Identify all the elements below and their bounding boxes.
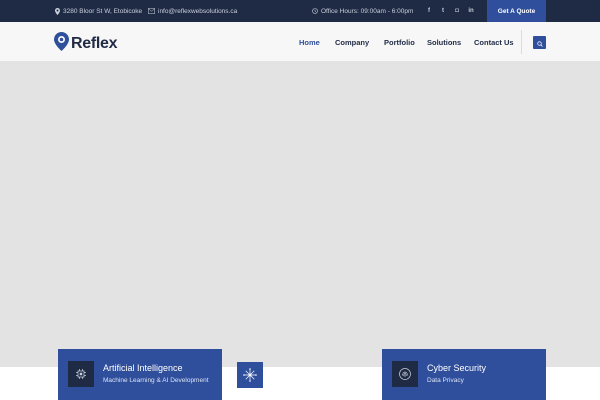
logo-pin-icon xyxy=(54,32,69,56)
nav-solutions[interactable]: Solutions xyxy=(427,22,461,62)
facebook-icon[interactable]: f xyxy=(426,8,432,14)
nav-portfolio[interactable]: Portfolio xyxy=(384,22,415,62)
social-links: f t ◘ in xyxy=(426,0,474,22)
twitter-icon[interactable]: t xyxy=(440,8,446,14)
service-card-subtitle: Data Privacy xyxy=(427,377,464,384)
hours-text: Office Hours: 09:00am - 6:00pm xyxy=(321,7,414,15)
nav-home[interactable]: Home xyxy=(299,22,320,62)
nav-company[interactable]: Company xyxy=(335,22,369,62)
hero-banner xyxy=(0,62,600,367)
top-bar: 3280 Bloor St W, Etobicoke info@reflexwe… xyxy=(0,0,600,22)
search-button[interactable] xyxy=(533,36,546,49)
envelope-icon xyxy=(148,8,155,14)
email-info[interactable]: info@reflexwebsolutions.ca xyxy=(148,0,237,22)
service-card-title: Cyber Security xyxy=(427,363,487,373)
service-card-ai[interactable]: Artificial Intelligence Machine Learning… xyxy=(58,349,222,400)
service-card-title: Artificial Intelligence xyxy=(103,363,183,373)
logo-text: Reflex xyxy=(71,35,118,52)
fingerprint-icon xyxy=(392,361,418,387)
nav-divider xyxy=(521,30,522,54)
main-header: Reflex Home Company Portfolio Solutions … xyxy=(0,22,600,62)
search-icon xyxy=(536,34,543,52)
address-text: 3280 Bloor St W, Etobicoke xyxy=(63,7,143,15)
location-pin-icon xyxy=(55,7,60,15)
address-info: 3280 Bloor St W, Etobicoke xyxy=(55,0,142,22)
ai-chip-icon xyxy=(68,361,94,387)
service-card-cyber-security[interactable]: Cyber Security Data Privacy xyxy=(382,349,546,400)
hours-info: Office Hours: 09:00am - 6:00pm xyxy=(312,0,413,22)
service-card-subtitle: Machine Learning & AI Development xyxy=(103,377,209,384)
nav-contact-us[interactable]: Contact Us xyxy=(474,22,514,62)
linkedin-icon[interactable]: in xyxy=(468,8,474,14)
logo[interactable]: Reflex xyxy=(54,32,118,56)
get-quote-button[interactable]: Get A Quote xyxy=(487,0,546,22)
clock-icon xyxy=(312,8,318,14)
instagram-icon[interactable]: ◘ xyxy=(454,8,460,14)
network-icon xyxy=(237,362,263,388)
email-link[interactable]: info@reflexwebsolutions.ca xyxy=(158,8,237,15)
